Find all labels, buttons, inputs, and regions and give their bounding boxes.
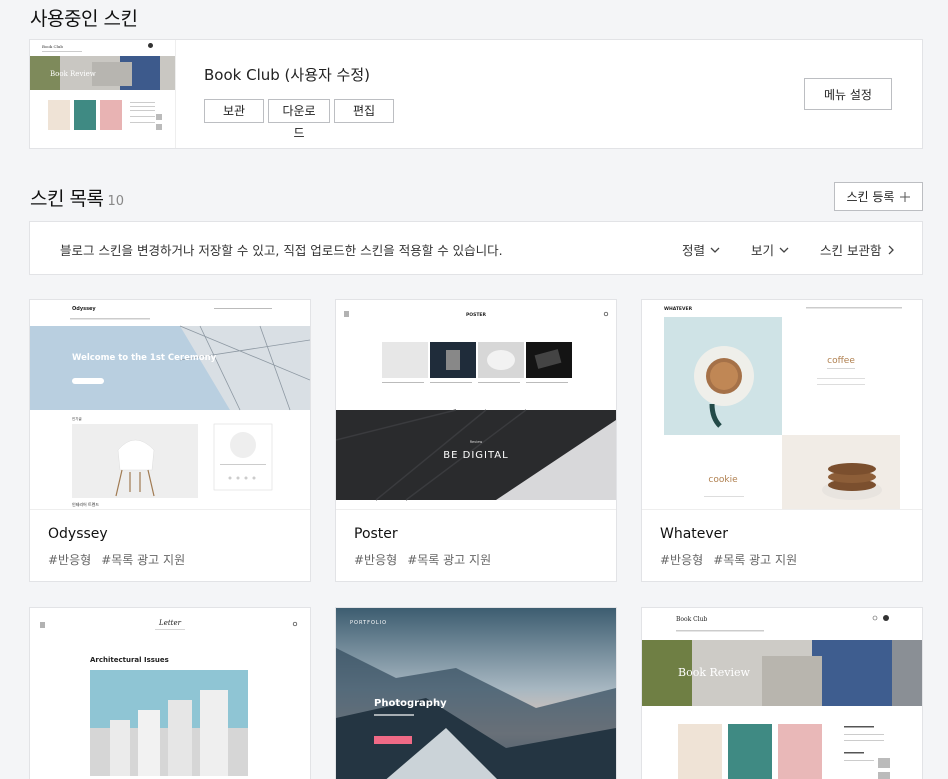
- chevron-down-icon: [779, 247, 789, 253]
- edit-button[interactable]: 편집: [334, 99, 394, 123]
- view-label: 보기: [751, 243, 775, 258]
- skin-list-title-text: 스킨 목록: [30, 188, 104, 210]
- letter-heading: Architectural Issues: [90, 656, 169, 664]
- portfolio-hero: Photography: [374, 698, 447, 709]
- skin-card-portfolio[interactable]: PORTFOLIO Photography: [335, 607, 617, 779]
- skin-archive-label: 스킨 보관함: [820, 243, 882, 258]
- odyssey-label: 인기글: [72, 416, 82, 421]
- thumb-banner: Book Review: [50, 70, 96, 78]
- skin-tag: #목록 광고 지원: [713, 553, 798, 567]
- skin-name: Odyssey: [48, 526, 108, 542]
- skin-tag: #반응형: [48, 553, 92, 567]
- skin-card-odyssey[interactable]: Odyssey Welcome to the 1st Ceremony 인기글 …: [29, 299, 311, 582]
- book-club-banner: Book Review: [678, 666, 751, 679]
- sort-label: 정렬: [682, 243, 706, 258]
- current-skin-panel: Book Club Book Review Book Club (사용자 수정)…: [29, 39, 923, 149]
- skin-count: 10: [107, 194, 125, 209]
- skin-tag: #반응형: [354, 553, 398, 567]
- odyssey-brand: Odyssey: [72, 306, 96, 312]
- skin-tags: #반응형 #목록 광고 지원: [660, 551, 797, 568]
- poster-hero: BE DIGITAL: [443, 450, 508, 461]
- skin-preview[interactable]: WHATEVER coffee cookie: [642, 300, 922, 510]
- current-skin-actions: 보관 다운로드 편집: [204, 99, 394, 140]
- current-skin-name: Book Club (사용자 수정): [204, 66, 371, 84]
- skin-tag: #목록 광고 지원: [101, 553, 186, 567]
- skin-name: Whatever: [660, 526, 729, 542]
- whatever-brand: WHATEVER: [664, 306, 693, 312]
- letter-brand: Letter: [158, 619, 182, 627]
- current-skin-thumbnail[interactable]: Book Club Book Review: [30, 40, 176, 148]
- portfolio-brand: PORTFOLIO: [350, 620, 387, 626]
- skin-tags: #반응형 #목록 광고 지원: [48, 551, 185, 568]
- skin-preview[interactable]: Odyssey Welcome to the 1st Ceremony 인기글 …: [30, 300, 310, 510]
- skin-list-title: 스킨 목록 10: [30, 184, 124, 211]
- skin-name: Poster: [354, 526, 398, 542]
- skin-card-poster[interactable]: POSTER Review BE DIGITAL Poster #반응형 #목록…: [335, 299, 617, 582]
- odyssey-hero: Welcome to the 1st Ceremony: [72, 353, 217, 363]
- register-skin-label: 스킨 등록: [846, 190, 895, 204]
- chevron-right-icon: [889, 245, 895, 254]
- skin-preview[interactable]: POSTER Review BE DIGITAL: [336, 300, 616, 510]
- skin-preview[interactable]: Letter Architectural Issues: [30, 608, 310, 779]
- whatever-word1: coffee: [827, 356, 855, 366]
- archive-button[interactable]: 보관: [204, 99, 264, 123]
- skin-card-whatever[interactable]: WHATEVER coffee cookie Whatever #반응형 #목록…: [641, 299, 923, 582]
- poster-small: Review: [470, 440, 483, 444]
- sort-dropdown[interactable]: 정렬: [682, 240, 721, 259]
- skin-preview[interactable]: PORTFOLIO Photography: [336, 608, 616, 779]
- register-skin-button[interactable]: 스킨 등록: [834, 182, 923, 211]
- download-button[interactable]: 다운로드: [268, 99, 330, 140]
- view-dropdown[interactable]: 보기: [751, 240, 790, 259]
- whatever-word2: cookie: [708, 475, 738, 485]
- skin-tag: #반응형: [660, 553, 704, 567]
- skin-card-book-club[interactable]: Book Club Book Review: [641, 607, 923, 779]
- current-skin-title: 사용중인 스킨: [30, 8, 138, 30]
- poster-brand: POSTER: [466, 312, 487, 318]
- odyssey-section: 인테리어 트렌드: [72, 501, 99, 507]
- skin-archive-link[interactable]: 스킨 보관함: [820, 240, 897, 259]
- thumb-brand: Book Club: [42, 44, 63, 49]
- menu-settings-button[interactable]: 메뉴 설정: [804, 78, 892, 110]
- skin-tags: #반응형 #목록 광고 지원: [354, 551, 491, 568]
- skin-preview[interactable]: Book Club Book Review: [642, 608, 922, 779]
- chevron-down-icon: [710, 247, 720, 253]
- skin-tag: #목록 광고 지원: [407, 553, 492, 567]
- notice-message: 블로그 스킨을 변경하거나 저장할 수 있고, 직접 업로드한 스킨을 적용할 …: [60, 243, 503, 258]
- skin-notice-bar: 블로그 스킨을 변경하거나 저장할 수 있고, 직접 업로드한 스킨을 적용할 …: [29, 221, 923, 275]
- plus-icon: [900, 191, 911, 202]
- skin-card-letter[interactable]: Letter Architectural Issues: [29, 607, 311, 779]
- book-club-brand: Book Club: [676, 616, 708, 623]
